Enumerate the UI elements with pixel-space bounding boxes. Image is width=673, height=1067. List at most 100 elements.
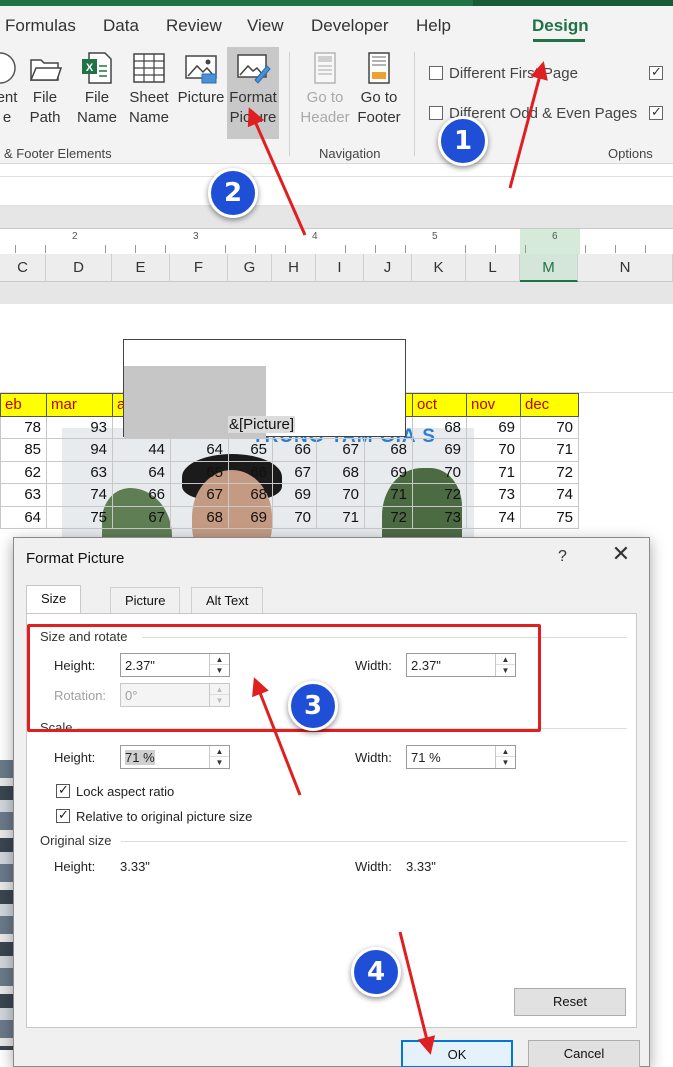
tab-developer[interactable]: Developer: [311, 16, 389, 36]
table-cell[interactable]: 63: [0, 483, 47, 507]
table-cell[interactable]: 74: [466, 505, 521, 529]
tab-picture[interactable]: Picture: [110, 587, 181, 613]
table-cell[interactable]: 69: [412, 438, 467, 462]
table-cell[interactable]: 73: [466, 483, 521, 507]
table-cell[interactable]: 63: [46, 460, 113, 484]
lock-aspect-ratio-option[interactable]: Lock aspect ratio: [56, 782, 174, 799]
table-cell[interactable]: 67: [272, 460, 317, 484]
current-date-button[interactable]: ent e: [0, 50, 20, 128]
column-header[interactable]: F: [170, 254, 228, 282]
column-header[interactable]: C: [0, 254, 46, 282]
table-cell[interactable]: 85: [0, 438, 47, 462]
table-cell[interactable]: 70: [316, 483, 365, 507]
tab-review[interactable]: Review: [166, 16, 222, 36]
file-name-button[interactable]: X File Name: [74, 50, 120, 128]
table-cell[interactable]: 75: [46, 505, 113, 529]
table-cell[interactable]: 71: [466, 460, 521, 484]
cancel-button[interactable]: Cancel: [528, 1040, 640, 1067]
table-cell[interactable]: 75: [520, 505, 579, 529]
column-header[interactable]: I: [316, 254, 364, 282]
spin-up-icon[interactable]: ▲: [210, 746, 229, 757]
different-first-page-option[interactable]: Different First Page: [429, 65, 578, 82]
column-header[interactable]: D: [46, 254, 112, 282]
scale-with-document-option[interactable]: [649, 64, 669, 82]
goto-header-button[interactable]: Go to Header: [299, 50, 351, 128]
table-cell[interactable]: 94: [46, 438, 113, 462]
table-cell[interactable]: 70: [412, 460, 467, 484]
table-cell[interactable]: 67: [316, 438, 365, 462]
table-cell[interactable]: 69: [272, 483, 317, 507]
table-cell[interactable]: 70: [466, 438, 521, 462]
table-cell[interactable]: 74: [520, 483, 579, 507]
column-header[interactable]: M: [520, 254, 578, 282]
table-cell[interactable]: 69: [364, 460, 413, 484]
table-cell[interactable]: 68: [412, 415, 467, 439]
table-cell[interactable]: 93: [46, 415, 113, 439]
align-with-margins-option[interactable]: [649, 104, 669, 122]
table-header-cell[interactable]: eb: [0, 393, 47, 417]
table-cell[interactable]: 69: [228, 505, 273, 529]
scale-width-value[interactable]: 71 %: [411, 750, 441, 765]
table-cell[interactable]: 70: [520, 415, 579, 439]
tab-size[interactable]: Size: [26, 585, 82, 614]
reset-button[interactable]: Reset: [514, 988, 626, 1016]
header-section-box[interactable]: &[Picture]: [123, 339, 406, 438]
table-header-cell[interactable]: dec: [520, 393, 579, 417]
scale-with-document-checkbox[interactable]: [649, 64, 663, 80]
table-cell[interactable]: 64: [0, 505, 47, 529]
table-cell[interactable]: 72: [364, 505, 413, 529]
goto-footer-button[interactable]: Go to Footer: [353, 50, 405, 128]
relative-original-option[interactable]: Relative to original picture size: [56, 807, 252, 824]
column-header[interactable]: E: [112, 254, 170, 282]
table-cell[interactable]: 71: [364, 483, 413, 507]
tab-formulas[interactable]: Formulas: [5, 16, 76, 36]
formula-bar[interactable]: [0, 176, 673, 206]
close-icon[interactable]: ✕: [610, 543, 632, 566]
tab-help[interactable]: Help: [416, 16, 451, 36]
table-cell[interactable]: 67: [112, 505, 171, 529]
table-cell[interactable]: 67: [170, 483, 229, 507]
column-header[interactable]: N: [578, 254, 673, 282]
scale-width-stepper[interactable]: 71 % ▲ ▼: [406, 745, 516, 769]
tab-data[interactable]: Data: [103, 16, 139, 36]
relative-original-checkbox[interactable]: [56, 807, 70, 823]
format-picture-button[interactable]: Format Picture: [227, 47, 279, 139]
different-first-page-checkbox[interactable]: [429, 66, 443, 80]
table-cell[interactable]: 66: [228, 460, 273, 484]
table-cell[interactable]: 71: [520, 438, 579, 462]
file-path-button[interactable]: File Path: [22, 50, 68, 128]
table-cell[interactable]: 64: [170, 438, 229, 462]
table-cell[interactable]: 68: [170, 505, 229, 529]
table-cell[interactable]: 73: [412, 505, 467, 529]
picture-button[interactable]: Picture: [176, 50, 226, 108]
table-cell[interactable]: 70: [272, 505, 317, 529]
table-cell[interactable]: 66: [112, 483, 171, 507]
help-button[interactable]: ?: [558, 548, 567, 566]
table-cell[interactable]: 62: [0, 460, 47, 484]
table-cell[interactable]: 71: [316, 505, 365, 529]
ok-button[interactable]: OK: [401, 1040, 513, 1067]
table-cell[interactable]: 68: [316, 460, 365, 484]
tab-design[interactable]: Design: [532, 16, 589, 36]
table-cell[interactable]: 68: [364, 438, 413, 462]
table-cell[interactable]: 64: [112, 460, 171, 484]
table-cell[interactable]: 78: [0, 415, 47, 439]
lock-aspect-ratio-checkbox[interactable]: [56, 782, 70, 798]
scale-height-value[interactable]: 71 %: [125, 750, 155, 765]
table-cell[interactable]: 74: [46, 483, 113, 507]
align-with-margins-checkbox[interactable]: [649, 104, 663, 120]
table-cell[interactable]: 65: [228, 438, 273, 462]
sheet-name-button[interactable]: Sheet Name: [124, 50, 174, 128]
table-header-cell[interactable]: mar: [46, 393, 113, 417]
column-header[interactable]: G: [228, 254, 272, 282]
table-cell[interactable]: 68: [228, 483, 273, 507]
column-header[interactable]: H: [272, 254, 316, 282]
tab-alt-text[interactable]: Alt Text: [191, 587, 264, 613]
spin-down-icon[interactable]: ▼: [210, 757, 229, 768]
table-cell[interactable]: 72: [520, 460, 579, 484]
column-header[interactable]: L: [466, 254, 520, 282]
table-cell[interactable]: 72: [412, 483, 467, 507]
scale-height-stepper[interactable]: 71 % ▲ ▼: [120, 745, 230, 769]
table-cell[interactable]: 44: [112, 438, 171, 462]
table-cell[interactable]: 66: [272, 438, 317, 462]
